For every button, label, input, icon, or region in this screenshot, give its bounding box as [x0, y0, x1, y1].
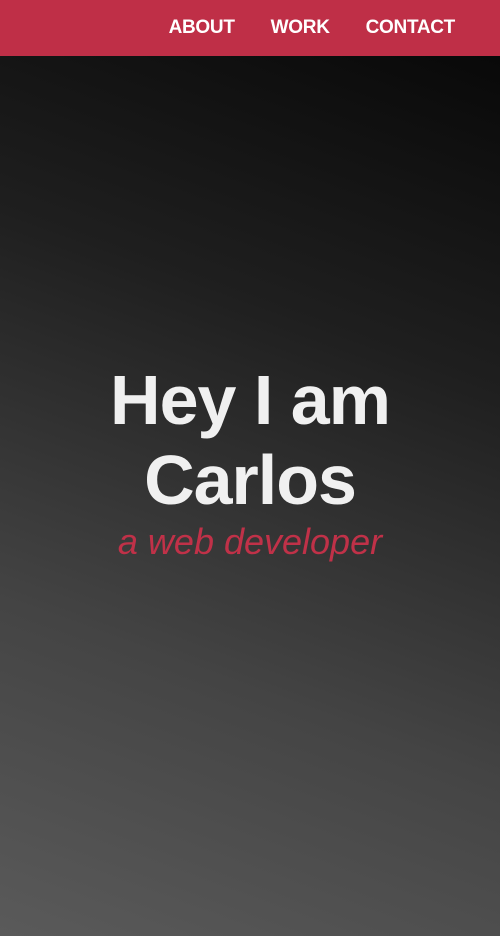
- main-navigation: ABOUT WORK CONTACT: [169, 0, 456, 56]
- hero-title-line-1: Hey I am: [110, 361, 391, 439]
- page: ABOUT WORK CONTACT Hey I am Carlos a web…: [0, 0, 500, 936]
- nav-link-contact[interactable]: CONTACT: [366, 17, 456, 39]
- hero-section: Hey I am Carlos a web developer: [0, 360, 500, 562]
- hero-subtitle: a web developer: [117, 521, 383, 562]
- nav-link-work[interactable]: WORK: [271, 17, 330, 39]
- nav-link-about[interactable]: ABOUT: [169, 17, 235, 39]
- hero-title-line-2: Carlos: [144, 441, 357, 519]
- top-navigation-bar: ABOUT WORK CONTACT: [0, 0, 500, 56]
- hero-title: Hey I am Carlos: [0, 360, 500, 520]
